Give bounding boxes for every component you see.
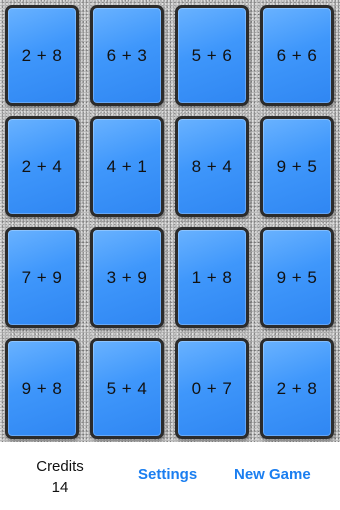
card-label: 9 + 8 xyxy=(21,378,63,398)
card-r1-c3[interactable]: 5 + 6 xyxy=(175,5,249,106)
card-label: 3 + 9 xyxy=(106,267,148,287)
card-r1-c1[interactable]: 2 + 8 xyxy=(5,5,79,106)
card-label: 4 + 1 xyxy=(106,156,148,176)
card-label: 2 + 8 xyxy=(21,45,63,65)
card-label: 0 + 7 xyxy=(191,378,233,398)
card-label: 5 + 6 xyxy=(191,45,233,65)
card-r4-c2[interactable]: 5 + 4 xyxy=(90,338,164,439)
card-r4-c1[interactable]: 9 + 8 xyxy=(5,338,79,439)
card-r3-c3[interactable]: 1 + 8 xyxy=(175,227,249,328)
card-label: 6 + 3 xyxy=(106,45,148,65)
card-label: 9 + 5 xyxy=(276,267,318,287)
card-r3-c4[interactable]: 9 + 5 xyxy=(260,227,334,328)
card-label: 1 + 8 xyxy=(191,267,233,287)
game-board: 2 + 8 6 + 3 5 + 6 6 + 6 2 + 4 4 + 1 8 + … xyxy=(0,0,340,442)
card-r2-c1[interactable]: 2 + 4 xyxy=(5,116,79,217)
card-r2-c4[interactable]: 9 + 5 xyxy=(260,116,334,217)
card-label: 2 + 8 xyxy=(276,378,318,398)
card-label: 5 + 4 xyxy=(106,378,148,398)
card-r4-c4[interactable]: 2 + 8 xyxy=(260,338,334,439)
new-game-button[interactable]: New Game xyxy=(234,466,311,483)
card-label: 7 + 9 xyxy=(21,267,63,287)
footer-bar: Credits 14 Settings New Game xyxy=(0,442,340,510)
card-r1-c4[interactable]: 6 + 6 xyxy=(260,5,334,106)
card-label: 2 + 4 xyxy=(21,156,63,176)
card-r2-c3[interactable]: 8 + 4 xyxy=(175,116,249,217)
card-r3-c1[interactable]: 7 + 9 xyxy=(5,227,79,328)
credits-label: Credits xyxy=(36,458,84,475)
card-label: 9 + 5 xyxy=(276,156,318,176)
card-grid: 2 + 8 6 + 3 5 + 6 6 + 6 2 + 4 4 + 1 8 + … xyxy=(5,5,336,439)
credits-display: Credits 14 xyxy=(22,456,98,498)
card-r3-c2[interactable]: 3 + 9 xyxy=(90,227,164,328)
card-r1-c2[interactable]: 6 + 3 xyxy=(90,5,164,106)
card-r2-c2[interactable]: 4 + 1 xyxy=(90,116,164,217)
settings-button[interactable]: Settings xyxy=(138,466,197,483)
card-r4-c3[interactable]: 0 + 7 xyxy=(175,338,249,439)
credits-value: 14 xyxy=(51,479,69,496)
app-screen: 2 + 8 6 + 3 5 + 6 6 + 6 2 + 4 4 + 1 8 + … xyxy=(0,0,340,510)
card-label: 8 + 4 xyxy=(191,156,233,176)
card-label: 6 + 6 xyxy=(276,45,318,65)
